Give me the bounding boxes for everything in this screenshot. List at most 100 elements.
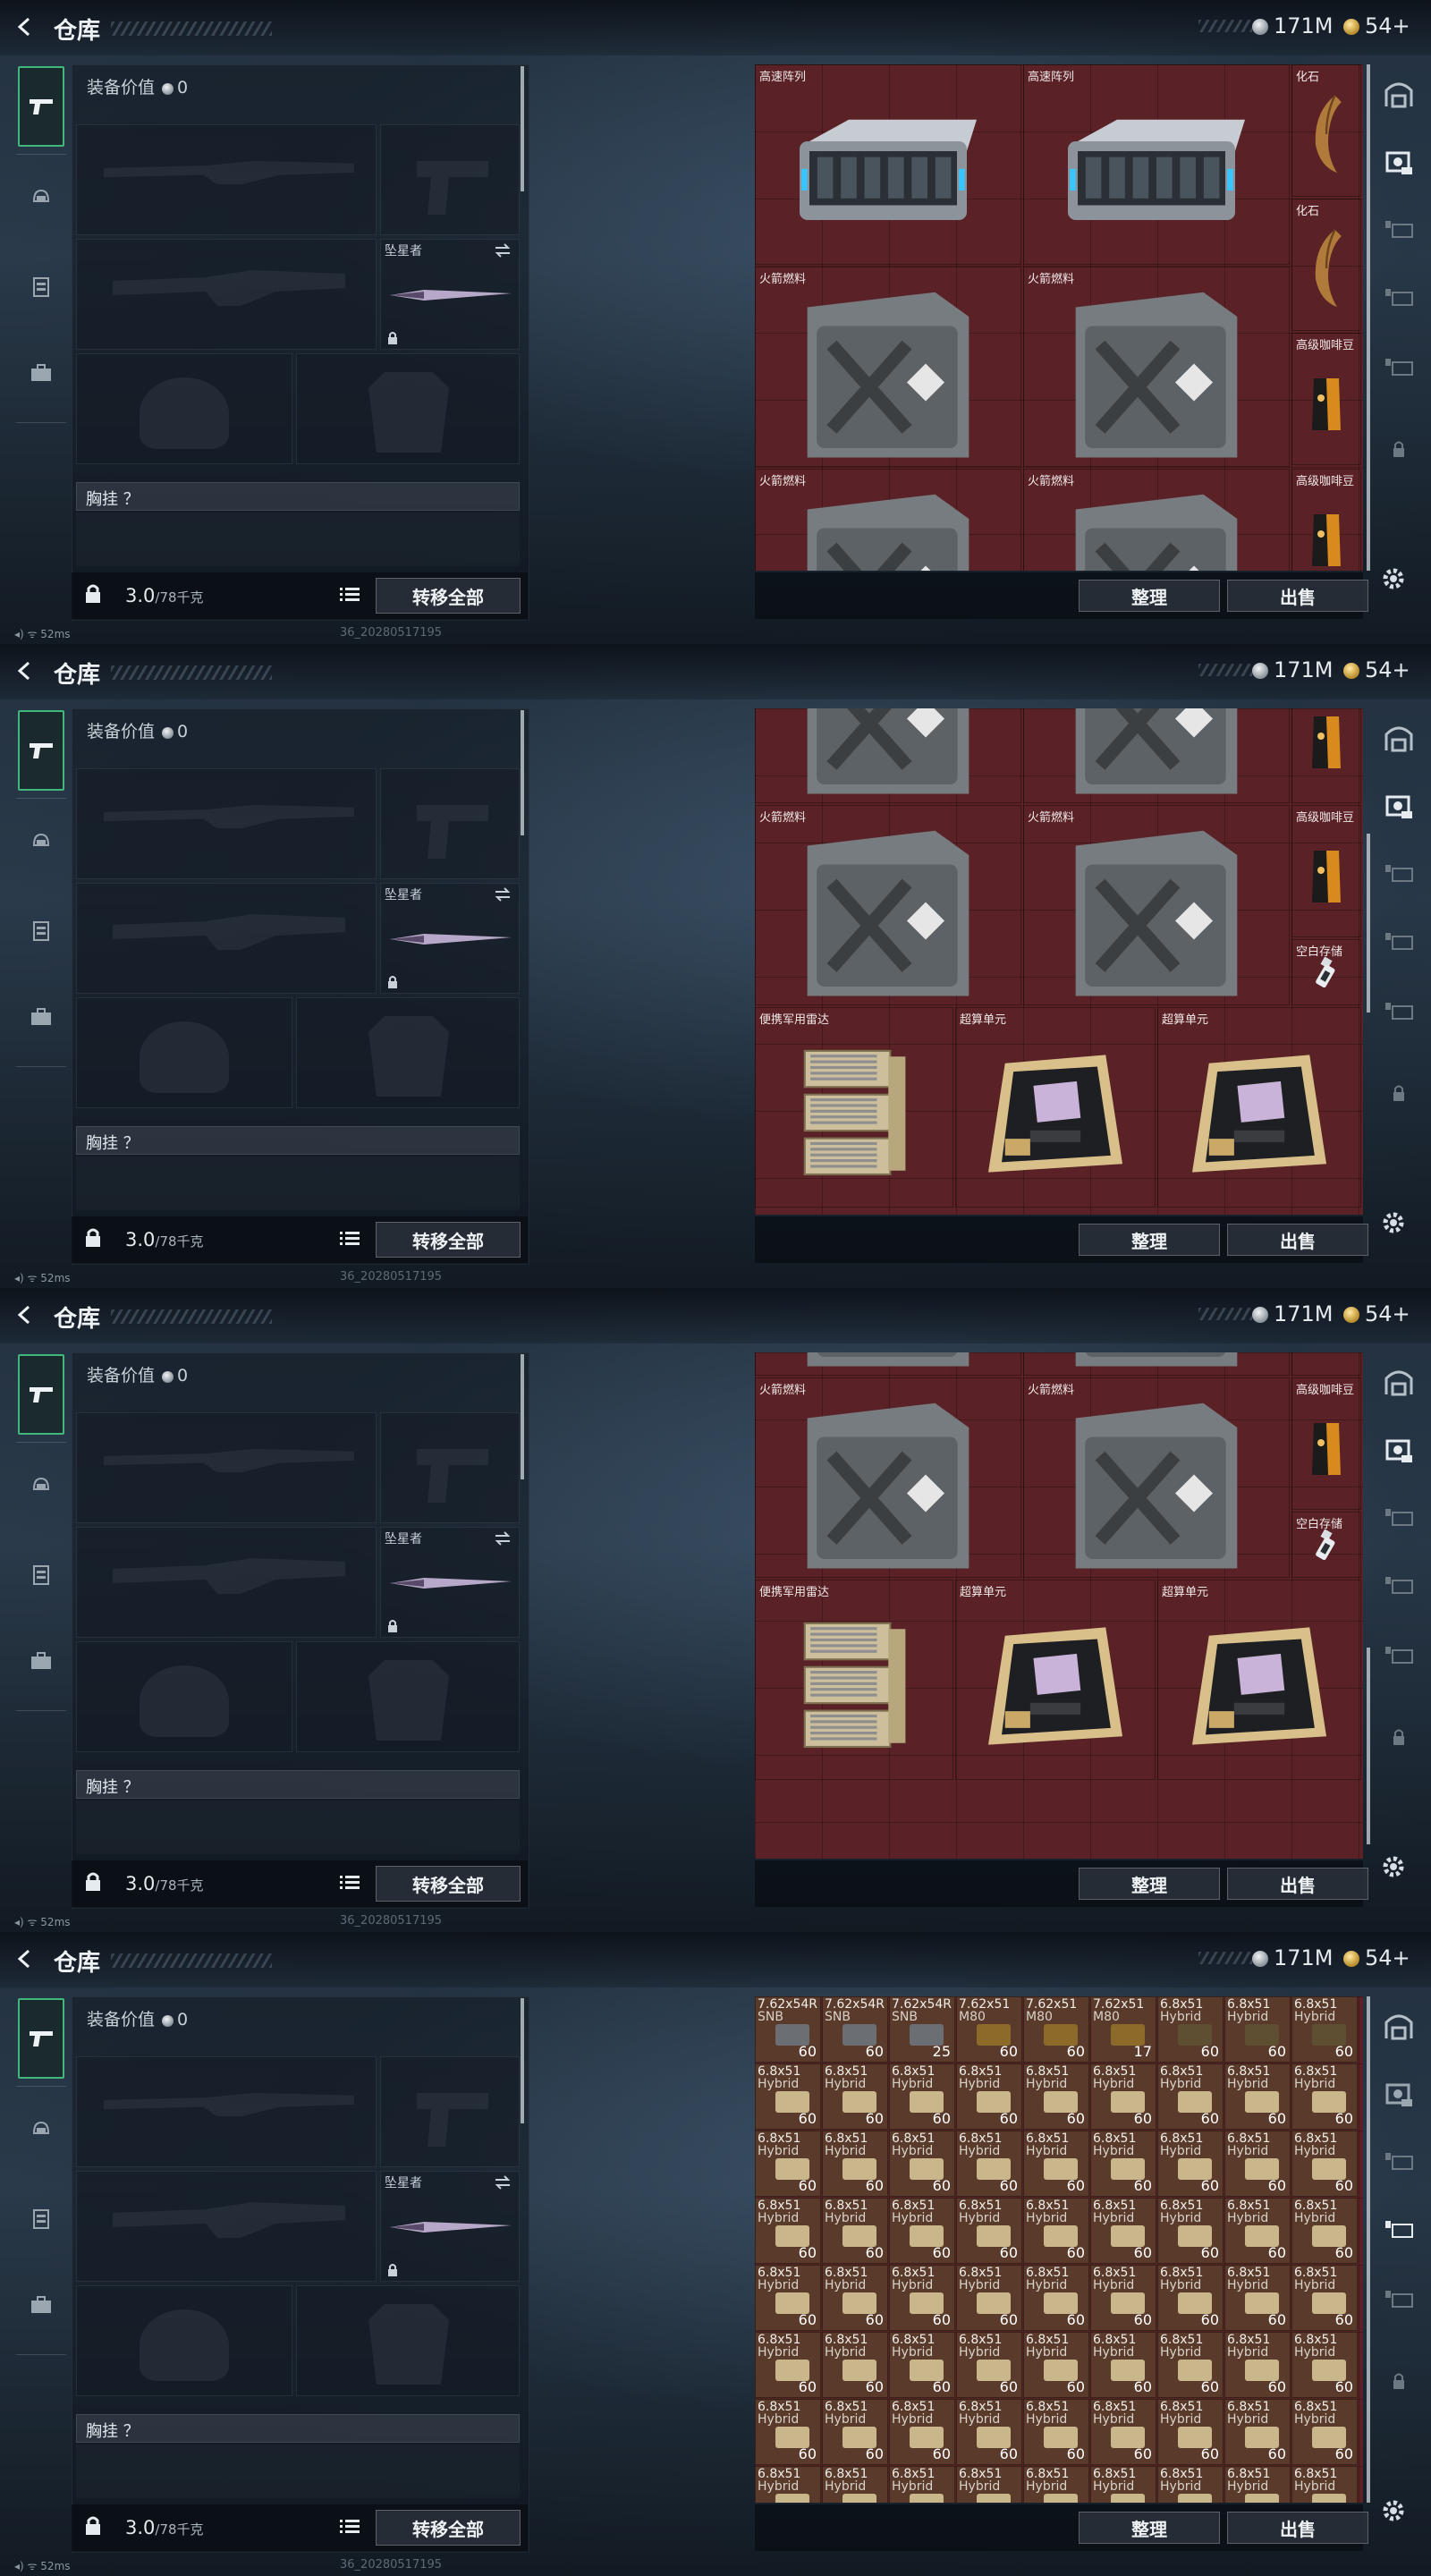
back-arrow-icon[interactable] — [14, 1304, 36, 1326]
item-rocket-fuel[interactable]: 火箭燃料 — [755, 805, 1021, 1005]
item-rocket-fuel[interactable]: 火箭燃料 — [1023, 267, 1290, 467]
ammo-item[interactable]: 6.8x51 Hybrid 60 — [1291, 2265, 1358, 2331]
item-rocket-fuel[interactable] — [755, 1352, 1021, 1376]
ammo-item[interactable]: 6.8x51 Hybrid 60 — [956, 2332, 1022, 2398]
storage-tab-4[interactable] — [1381, 2143, 1417, 2179]
tab-weapons[interactable] — [18, 1354, 64, 1435]
tab-vest[interactable] — [18, 247, 64, 327]
secondary-weapon-slot[interactable] — [76, 883, 377, 994]
armor-slot[interactable] — [296, 2285, 520, 2396]
equipment-scrollbar[interactable] — [521, 710, 524, 835]
ammo-item[interactable]: 6.8x51 Hybrid 60 — [1291, 2198, 1358, 2264]
ammo-item[interactable]: 6.8x51 Hybrid 60 — [956, 2198, 1022, 2264]
ammo-item[interactable]: 6.8x51 Hybrid 60 — [956, 2131, 1022, 2197]
transfer-all-button[interactable]: 转移全部 — [376, 1222, 521, 1258]
back-arrow-icon[interactable] — [14, 1948, 36, 1970]
ammo-item[interactable]: 6.8x51 Hybrid 60 — [1023, 2063, 1089, 2130]
storage-tab-4[interactable] — [1381, 1567, 1417, 1603]
inventory-scrollbar[interactable] — [1367, 1996, 1370, 2503]
storage-tab-box[interactable] — [1381, 145, 1417, 181]
list-icon[interactable] — [340, 587, 360, 603]
ammo-item[interactable]: 7.62x54R SNB 25 — [889, 1996, 955, 2063]
ammo-item[interactable]: 6.8x51 Hybrid 60 — [822, 2265, 888, 2331]
ammo-item[interactable]: 6.8x51 Hybrid 60 — [889, 2399, 955, 2465]
storage-tab-box[interactable] — [1381, 789, 1417, 825]
ammo-item[interactable]: 6.8x51 Hybrid 60 — [1157, 2198, 1224, 2264]
tab-backpack[interactable] — [18, 1621, 64, 1701]
storage-tab-box[interactable] — [1381, 2077, 1417, 2113]
item-rocket-fuel[interactable] — [755, 708, 1021, 803]
ammo-item[interactable]: 6.8x51 Hybrid 60 — [1023, 2399, 1089, 2465]
ammo-item[interactable]: 6.8x51 Hybrid 60 — [956, 2265, 1022, 2331]
item-rocket-fuel[interactable]: 火箭燃料 — [1023, 469, 1290, 571]
armor-slot[interactable] — [296, 1641, 520, 1752]
ammo-item[interactable]: 6.8x51 Hybrid 60 — [956, 2399, 1022, 2465]
tab-vest[interactable] — [18, 891, 64, 971]
gear-icon[interactable] — [1380, 2497, 1407, 2524]
sort-button[interactable]: 整理 — [1079, 1224, 1220, 1256]
tab-backpack[interactable] — [18, 2265, 64, 2345]
ammo-item[interactable]: 7.62x51 M80 60 — [956, 1996, 1022, 2063]
ammo-item[interactable]: 6.8x51 Hybrid 60 — [1291, 2063, 1358, 2130]
equipment-scrollbar[interactable] — [521, 1354, 524, 1479]
item-rocket-fuel[interactable]: 火箭燃料 — [755, 1377, 1021, 1578]
sidearm-slot[interactable] — [380, 1412, 520, 1523]
sidearm-slot[interactable] — [380, 768, 520, 879]
ammo-item[interactable]: 6.8x51 Hybrid 60 — [1224, 2265, 1291, 2331]
sort-button[interactable]: 整理 — [1079, 580, 1220, 612]
tab-helmet[interactable] — [18, 2089, 64, 2170]
ammo-item[interactable]: 6.8x51 Hybrid 60 — [822, 2399, 888, 2465]
ammo-item[interactable]: 6.8x51 Hybrid 60 — [1291, 2131, 1358, 2197]
melee-slot[interactable]: 坠星者 — [380, 239, 520, 350]
melee-slot[interactable]: 坠星者 — [380, 2171, 520, 2282]
storage-tab-5[interactable] — [1381, 349, 1417, 385]
sell-button[interactable]: 出售 — [1227, 1868, 1368, 1900]
ammo-item[interactable]: 6.8x51 Hybrid 60 — [889, 2466, 955, 2503]
storage-tab-arch[interactable] — [1381, 1365, 1417, 1401]
item-coffee-beans[interactable]: 高级咖啡豆 — [1291, 1377, 1361, 1510]
secondary-weapon-slot[interactable] — [76, 1527, 377, 1638]
ammo-item[interactable]: 7.62x51 M80 17 — [1090, 1996, 1156, 2063]
item-rocket-fuel[interactable]: 火箭燃料 — [1023, 805, 1290, 1005]
ammo-item[interactable]: 6.8x51 Hybrid 60 — [1157, 2399, 1224, 2465]
ammo-item[interactable]: 6.8x51 Hybrid 60 — [889, 2265, 955, 2331]
item-coffee-beans[interactable]: 高级咖啡豆 — [1291, 805, 1361, 937]
tab-helmet[interactable] — [18, 1445, 64, 1526]
item-server-array[interactable]: 高速阵列 — [1023, 64, 1290, 265]
item-rocket-fuel[interactable]: 火箭燃料 — [755, 469, 1021, 571]
ammo-item[interactable]: 6.8x51 Hybrid 60 — [1224, 2063, 1291, 2130]
item-rocket-fuel[interactable]: 火箭燃料 — [755, 267, 1021, 467]
primary-weapon-slot[interactable] — [76, 1412, 377, 1523]
item-supercompute-unit[interactable]: 超算单元 — [1157, 1007, 1361, 1208]
ammo-item[interactable]: 6.8x51 Hybrid 60 — [1090, 2198, 1156, 2264]
ammo-item[interactable]: 6.8x51 Hybrid 60 — [1224, 2131, 1291, 2197]
item-rocket-fuel[interactable] — [1023, 708, 1290, 803]
tab-helmet[interactable] — [18, 801, 64, 882]
primary-weapon-slot[interactable] — [76, 768, 377, 879]
storage-tab-4[interactable] — [1381, 279, 1417, 315]
ammo-item[interactable]: 6.8x51 Hybrid 60 — [1023, 2466, 1089, 2503]
ammo-item[interactable]: 6.8x51 Hybrid 60 — [755, 2399, 821, 2465]
sell-button[interactable]: 出售 — [1227, 580, 1368, 612]
gold-currency[interactable]: 54+ — [1343, 13, 1410, 38]
ammo-item[interactable]: 6.8x51 Hybrid 60 — [889, 2063, 955, 2130]
primary-weapon-slot[interactable] — [76, 124, 377, 235]
ammo-item[interactable]: 6.8x51 Hybrid 60 — [889, 2131, 955, 2197]
item-coffee-beans[interactable] — [1291, 708, 1361, 803]
helmet-slot[interactable] — [76, 2285, 292, 2396]
storage-tab-3[interactable] — [1381, 855, 1417, 891]
gold-currency[interactable]: 54+ — [1343, 1301, 1410, 1326]
ammo-item[interactable]: 6.8x51 Hybrid 60 — [1157, 2332, 1224, 2398]
item-coffee-beans[interactable]: 高级咖啡豆 — [1291, 469, 1361, 571]
tab-weapons[interactable] — [18, 710, 64, 791]
item-portable-radar[interactable]: 便携军用雷达 — [755, 1007, 953, 1208]
ammo-item[interactable]: 7.62x54R SNB 60 — [755, 1996, 821, 2063]
chest-rig-header[interactable]: 胸挂 ？ — [76, 2414, 520, 2443]
primary-weapon-slot[interactable] — [76, 2056, 377, 2167]
ammo-item[interactable]: 6.8x51 Hybrid 60 — [956, 2063, 1022, 2130]
ammo-item[interactable]: 6.8x51 Hybrid 60 — [1157, 2063, 1224, 2130]
ammo-item[interactable]: 6.8x51 Hybrid 60 — [822, 2131, 888, 2197]
storage-tab-3[interactable] — [1381, 2211, 1417, 2247]
swap-icon[interactable] — [494, 887, 512, 902]
storage-tab-arch[interactable] — [1381, 721, 1417, 757]
